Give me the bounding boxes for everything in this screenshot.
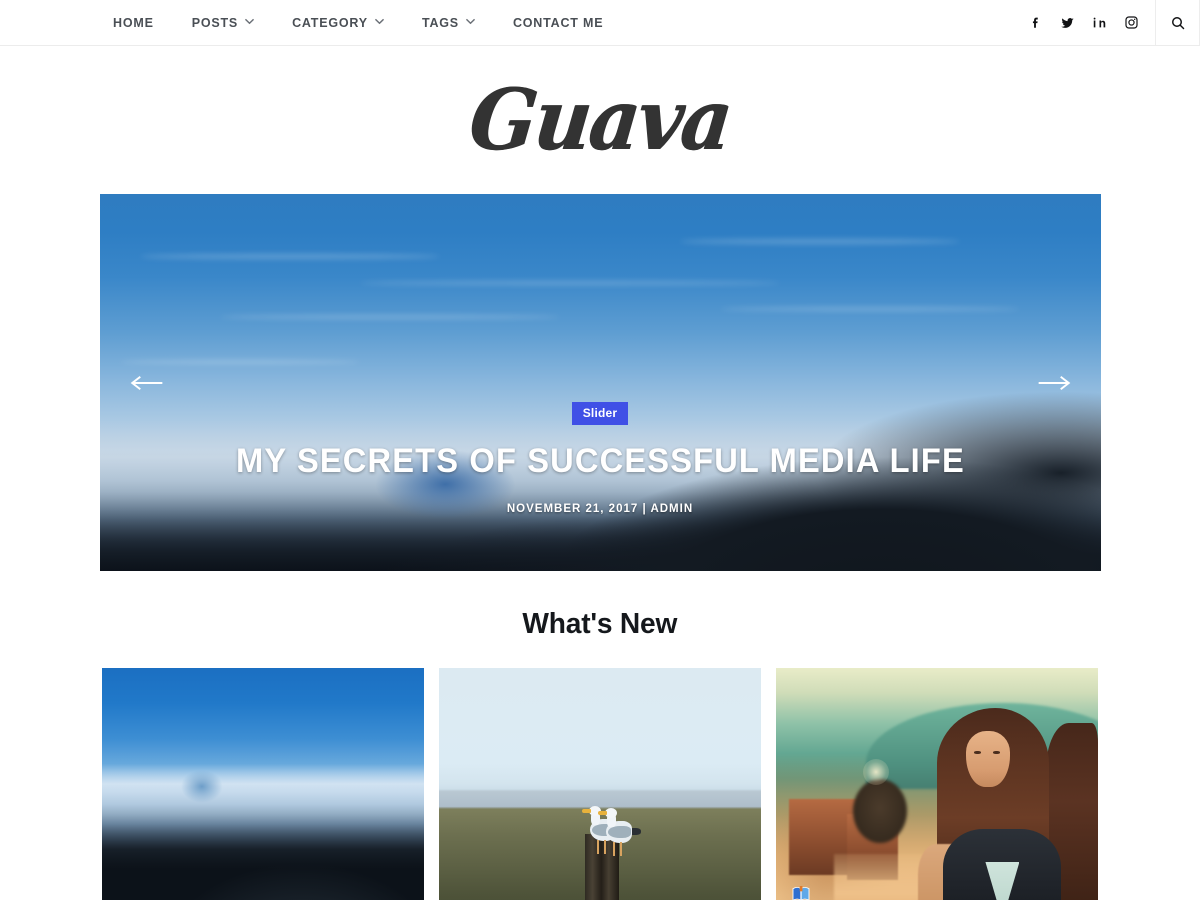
slider-prev-arrow[interactable]	[126, 369, 166, 397]
nav-label: CONTACT ME	[512, 15, 604, 30]
nav-item-category[interactable]: CATEGORY	[292, 16, 384, 30]
search-icon[interactable]	[1155, 0, 1200, 45]
nav-label: POSTS	[191, 15, 239, 30]
whats-new-section-header: What's New	[0, 571, 1200, 668]
slide-meta: NOVEMBER 21, 2017 | ADMIN	[506, 503, 694, 516]
twitter-icon[interactable]	[1060, 15, 1075, 31]
instagram-icon[interactable]	[1124, 15, 1139, 31]
chevron-down-icon	[466, 17, 475, 26]
nav-label: HOME	[113, 15, 154, 30]
slide-title[interactable]: MY SECRETS OF SUCCESSFUL MEDIA LIFE	[158, 442, 1042, 480]
nav-item-posts[interactable]: POSTS	[192, 16, 254, 30]
hero-slider: Slider MY SECRETS OF SUCCESSFUL MEDIA LI…	[99, 194, 1101, 571]
card-seagulls[interactable]	[439, 668, 761, 900]
card-image	[102, 668, 424, 900]
card-mountain-ridge[interactable]	[102, 668, 424, 900]
nav-item-tags[interactable]: TAGS	[422, 16, 475, 30]
nav-item-home[interactable]: HOME	[113, 16, 154, 30]
facebook-icon[interactable]	[1028, 15, 1043, 31]
card-image	[776, 668, 1098, 900]
site-logo-text: Guava	[464, 70, 736, 170]
slider-next-arrow[interactable]	[1035, 369, 1075, 397]
header-right-tools	[1028, 0, 1200, 45]
main-navigation: HOME POSTS CATEGORY TAGS CONTACT ME	[113, 0, 603, 45]
slide-category-badge[interactable]: Slider	[571, 402, 629, 425]
chevron-down-icon	[375, 17, 384, 26]
linkedin-icon[interactable]	[1092, 15, 1107, 31]
card-image	[439, 668, 761, 900]
site-logo[interactable]: Guava	[0, 46, 1200, 194]
nav-label: TAGS	[421, 15, 459, 30]
chevron-down-icon	[245, 17, 254, 26]
social-links	[1028, 0, 1155, 45]
page-title: What's New	[522, 608, 678, 640]
nav-label: CATEGORY	[292, 15, 368, 30]
whats-new-card-grid	[102, 668, 1098, 900]
card-woman-village[interactable]	[776, 668, 1098, 900]
seagull-icon	[598, 808, 642, 857]
nav-item-contact-me[interactable]: CONTACT ME	[513, 16, 603, 30]
book-icon[interactable]	[792, 886, 810, 900]
top-header-bar: HOME POSTS CATEGORY TAGS CONTACT ME	[0, 0, 1200, 46]
slide-caption: Slider MY SECRETS OF SUCCESSFUL MEDIA LI…	[100, 402, 1101, 515]
